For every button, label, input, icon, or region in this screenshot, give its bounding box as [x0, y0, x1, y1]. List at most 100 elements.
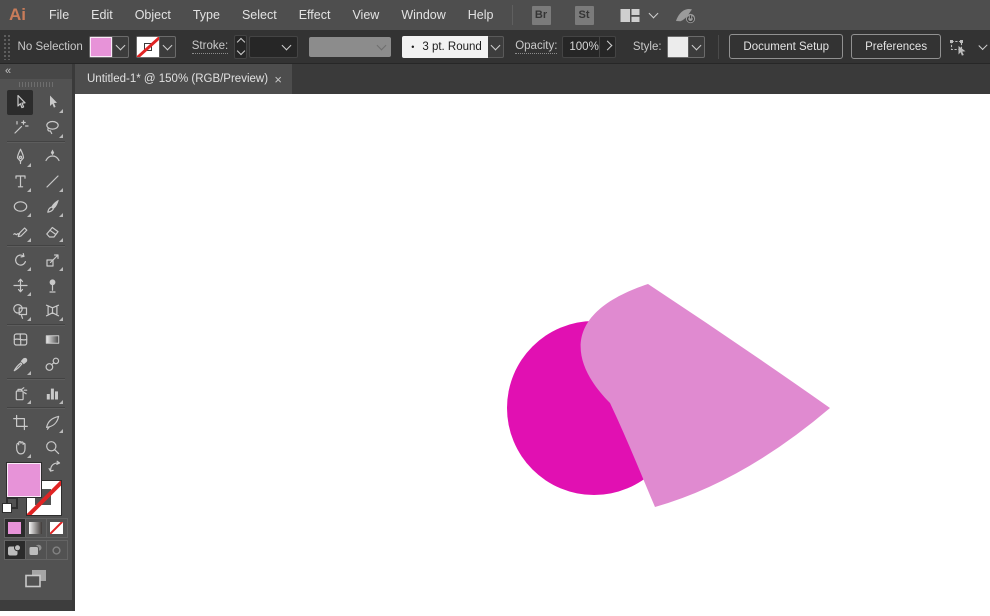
brush-definition-field[interactable]: • 3 pt. Round: [402, 35, 489, 58]
tool-direct-selection[interactable]: [39, 90, 65, 115]
tool-artboard[interactable]: [7, 410, 33, 435]
tool-slice[interactable]: [39, 410, 65, 435]
stock-button[interactable]: St: [574, 5, 594, 25]
tool-type[interactable]: [7, 169, 33, 194]
document-tab[interactable]: Untitled-1* @ 150% (RGB/Preview) ×: [75, 64, 292, 94]
tool-magic-wand[interactable]: [7, 115, 33, 140]
draw-behind-button[interactable]: [24, 540, 47, 560]
tools-grid: [0, 90, 72, 460]
stroke-none-swatch[interactable]: [136, 36, 159, 57]
collapse-panel-icon[interactable]: «: [5, 66, 11, 77]
artwork-svg: [507, 284, 830, 507]
tool-symbol-sprayer[interactable]: [7, 381, 33, 406]
tool-curvature[interactable]: [39, 144, 65, 169]
fill-stroke-controls: [0, 460, 72, 516]
tool-eraser[interactable]: [39, 219, 65, 244]
stroke-panel-link[interactable]: Stroke:: [191, 40, 229, 54]
tool-zoom[interactable]: [39, 435, 65, 460]
style-label: Style:: [632, 40, 662, 53]
preferences-button[interactable]: Preferences: [851, 34, 942, 59]
cc-sync-icon[interactable]: [673, 6, 697, 25]
none-button[interactable]: [45, 518, 68, 538]
tool-paintbrush[interactable]: [39, 194, 65, 219]
tool-group-divider: [7, 407, 65, 409]
tool-column-graph[interactable]: [39, 381, 65, 406]
menu-item-type[interactable]: Type: [182, 0, 231, 30]
menu-item-edit[interactable]: Edit: [80, 0, 124, 30]
select-similar-chevron-icon[interactable]: [978, 40, 988, 50]
document-tab-bar: Untitled-1* @ 150% (RGB/Preview) ×: [75, 64, 990, 94]
menu-separator: [511, 5, 513, 25]
tool-mesh[interactable]: [7, 327, 33, 352]
tool-group-divider: [7, 324, 65, 326]
color-type-buttons: [0, 518, 72, 538]
tool-eyedropper[interactable]: [7, 352, 33, 377]
workspace-switcher-icon[interactable]: [620, 8, 640, 23]
tool-hand[interactable]: [7, 435, 33, 460]
menu-item-effect[interactable]: Effect: [288, 0, 342, 30]
stroke-color-dropdown[interactable]: [135, 35, 176, 58]
drawing-mode-buttons: [0, 540, 72, 560]
tool-blend[interactable]: [39, 352, 65, 377]
tool-lasso[interactable]: [39, 115, 65, 140]
document-tab-title: Untitled-1* @ 150% (RGB/Preview): [87, 73, 269, 85]
tool-puppet-warp[interactable]: [39, 273, 65, 298]
gradient-button[interactable]: [24, 518, 47, 538]
menu-item-select[interactable]: Select: [231, 0, 288, 30]
document-setup-button[interactable]: Document Setup: [729, 34, 844, 59]
menu-item-file[interactable]: File: [38, 0, 80, 30]
tools-panel-grip[interactable]: [0, 79, 72, 90]
width-profile-dropdown: [309, 36, 392, 57]
menu-bar: Ai File Edit Object Type Select Effect View Win…: [0, 0, 990, 30]
style-chevron-icon[interactable]: [687, 36, 704, 57]
fill-color-swatch[interactable]: [89, 36, 112, 57]
artboard-canvas[interactable]: [75, 94, 990, 611]
default-fill-stroke-icon[interactable]: [2, 497, 18, 513]
style-swatch[interactable]: [667, 36, 688, 57]
tool-shape-builder[interactable]: [7, 298, 33, 323]
width-profile-chevron-icon: [376, 40, 387, 50]
opacity-next-icon[interactable]: [599, 35, 616, 58]
change-screen-mode-icon[interactable]: [0, 567, 72, 589]
color-button[interactable]: [3, 518, 26, 538]
workspace-chevron-icon[interactable]: [648, 8, 658, 19]
opacity-panel-link[interactable]: Opacity:: [515, 40, 558, 54]
tool-perspective-grid[interactable]: [39, 298, 65, 323]
bridge-button[interactable]: Br: [531, 5, 551, 25]
control-bar: No Selection Stroke: • 3 pt. Round Opaci…: [0, 30, 990, 64]
menu-item-help[interactable]: Help: [457, 0, 505, 30]
brush-definition-value: 3 pt. Round: [422, 40, 482, 53]
brush-definition-dropdown[interactable]: • 3 pt. Round: [402, 35, 505, 58]
tool-selection[interactable]: [7, 90, 33, 115]
tool-scale[interactable]: [39, 248, 65, 273]
opacity-field[interactable]: 100%: [562, 35, 600, 58]
fill-color-indicator[interactable]: [6, 462, 42, 498]
tool-shaper[interactable]: [7, 219, 33, 244]
opacity-value: 100%: [569, 40, 599, 53]
draw-inside-button: [45, 540, 68, 560]
select-similar-icon[interactable]: [949, 38, 970, 56]
tool-rotate[interactable]: [7, 248, 33, 273]
tool-ellipse[interactable]: [7, 194, 33, 219]
menu-item-object[interactable]: Object: [124, 0, 182, 30]
stroke-weight-dropdown[interactable]: [248, 35, 299, 58]
panel-grip-icon[interactable]: [3, 33, 10, 60]
fill-chevron-icon[interactable]: [111, 36, 128, 57]
stroke-weight-chevron-icon[interactable]: [281, 40, 292, 50]
controlbar-separator: [717, 34, 719, 59]
draw-normal-button[interactable]: [3, 540, 26, 560]
menu-item-view[interactable]: View: [341, 0, 390, 30]
tool-pen[interactable]: [7, 144, 33, 169]
fill-color-dropdown[interactable]: [88, 35, 129, 58]
tab-close-icon[interactable]: ×: [274, 73, 282, 86]
brush-preview-dot: •: [411, 41, 415, 52]
tool-line-segment[interactable]: [39, 169, 65, 194]
tool-width[interactable]: [7, 273, 33, 298]
brush-chevron-icon[interactable]: [488, 35, 505, 58]
menu-item-window[interactable]: Window: [390, 0, 456, 30]
stroke-chevron-icon[interactable]: [158, 36, 175, 57]
stroke-weight-stepper[interactable]: [234, 34, 247, 59]
swap-fill-stroke-icon[interactable]: [48, 460, 63, 478]
tool-gradient[interactable]: [39, 327, 65, 352]
style-dropdown[interactable]: [666, 35, 705, 58]
